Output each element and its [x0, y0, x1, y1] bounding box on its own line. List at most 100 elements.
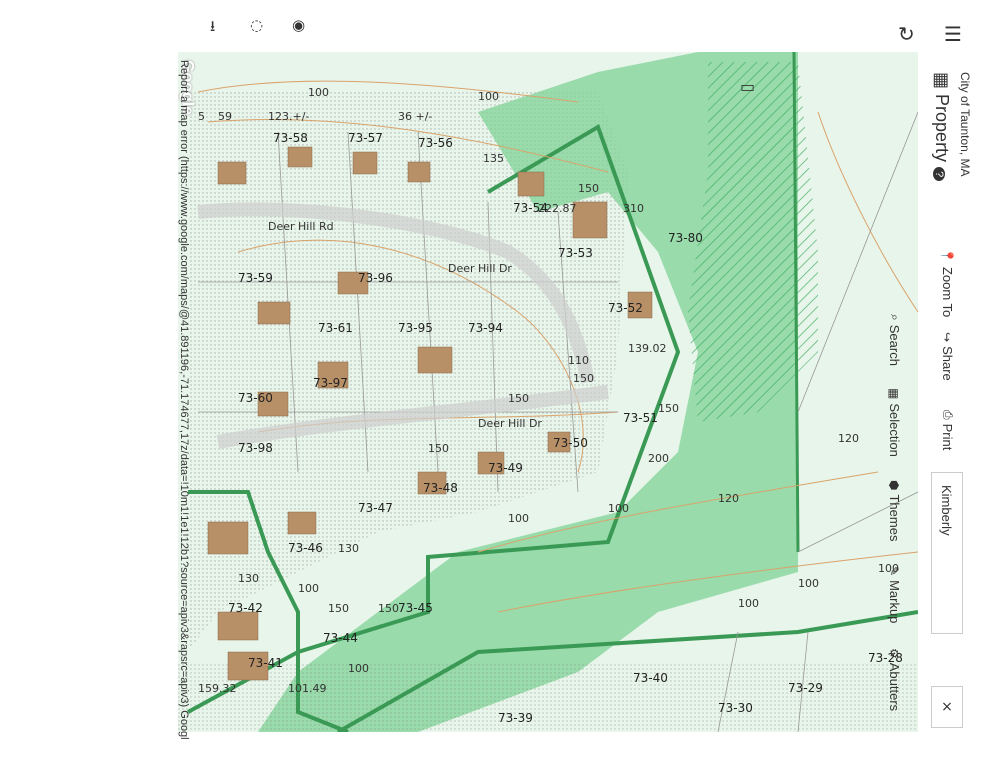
- themes-button[interactable]: ⬢ Themes: [887, 480, 902, 541]
- dim-label: 159.32: [198, 682, 237, 695]
- dim-label: 123.+/-: [268, 110, 309, 123]
- contour-label: 120: [838, 432, 859, 445]
- lasso-icon[interactable]: ◌: [250, 16, 263, 34]
- dim-label: 59: [218, 110, 232, 123]
- dim-label: 150: [578, 182, 599, 195]
- lot-label: 73-47: [358, 501, 393, 515]
- dim-label: 135: [483, 152, 504, 165]
- dim-label: 100: [348, 662, 369, 675]
- dim-label: 150: [428, 442, 449, 455]
- lot-label: 73-30: [718, 701, 753, 715]
- menu-icon[interactable]: ☰: [944, 22, 962, 46]
- lot-label: 73-95: [398, 321, 433, 335]
- lot-label: 73-51: [623, 411, 658, 425]
- close-icon: ×: [941, 699, 953, 715]
- lot-label: 73-45: [398, 601, 433, 615]
- selection-label: Selection: [887, 403, 902, 457]
- lot-label: 73-41: [248, 656, 283, 670]
- abutters-label: Abutters: [887, 662, 902, 712]
- zoom-to-button[interactable]: 📍 Zoom To: [940, 248, 955, 317]
- lot-label: 73-60: [238, 391, 273, 405]
- download-icon[interactable]: ⭳: [210, 16, 215, 41]
- street-label: Deer Hill Dr: [448, 262, 512, 275]
- building: [407, 161, 431, 183]
- share-button[interactable]: ↪ Share: [940, 332, 955, 381]
- building: [207, 521, 249, 555]
- share-icon: ↪: [940, 332, 955, 343]
- zoom-to-label: Zoom To: [940, 266, 955, 318]
- dim-label: 150: [508, 392, 529, 405]
- themes-label: Themes: [887, 494, 902, 542]
- lot-label: 73-56: [418, 136, 453, 150]
- gear-icon: ⚙: [887, 648, 902, 659]
- search-input[interactable]: Kimberly: [931, 472, 963, 634]
- pencil-icon: ✎: [887, 566, 902, 577]
- building: [572, 201, 608, 239]
- lot-label: 73-57: [348, 131, 383, 145]
- lot-label: 73-50: [553, 436, 588, 450]
- map-canvas[interactable]: 73-53 73-54 73-52 73-80 73-51 73-50 73-4…: [178, 52, 918, 732]
- dim-label: 222.87: [538, 202, 577, 215]
- search-label: Search: [887, 324, 902, 366]
- contour-label: 100: [308, 86, 329, 99]
- bottom-dot-zone: [178, 662, 918, 732]
- print-button[interactable]: ⎙ Print: [940, 410, 955, 450]
- lot-label: 73-29: [788, 681, 823, 695]
- contour-label: 100: [798, 577, 819, 590]
- layers-icon: ⬢: [887, 480, 902, 491]
- page-title-text: Property: [932, 94, 952, 163]
- contour-label: 130: [238, 572, 259, 585]
- page-title: ▦ Property ?: [931, 72, 952, 182]
- dim-label: 310: [623, 202, 644, 215]
- lot-label: 73-48: [423, 481, 458, 495]
- building: [257, 301, 291, 325]
- lot-label: 73-49: [488, 461, 523, 475]
- search-input-value: Kimberly: [939, 485, 954, 536]
- map-svg: 73-53 73-54 73-52 73-80 73-51 73-50 73-4…: [178, 52, 918, 732]
- print-label: Print: [940, 423, 955, 451]
- selection-button[interactable]: ▦ Selection: [887, 388, 902, 457]
- search-button[interactable]: ⌕ Search: [887, 314, 902, 366]
- markup-label: Markup: [887, 580, 902, 624]
- city-name: City of Taunton, MA: [958, 72, 972, 177]
- contour-label: 100: [738, 597, 759, 610]
- street-label: Deer Hill Dr: [478, 417, 542, 430]
- lot-label: 73-59: [238, 271, 273, 285]
- lot-label: 73-96: [358, 271, 393, 285]
- dim-label: 5: [198, 110, 205, 123]
- grid-icon: ▦: [887, 388, 902, 400]
- pin-icon: 📍: [940, 248, 955, 263]
- property-icon: ▦: [932, 72, 952, 90]
- lot-label: 73-80: [668, 231, 703, 245]
- dim-label: 150: [658, 402, 679, 415]
- lot-label: 73-98: [238, 441, 273, 455]
- compass-icon[interactable]: ◉: [292, 16, 305, 34]
- map-attribution[interactable]: Report a map error (https://www.google.c…: [178, 60, 190, 740]
- lot-label: 73-40: [633, 671, 668, 685]
- lot-label: 73-61: [318, 321, 353, 335]
- dim-label: 100: [608, 502, 629, 515]
- building: [287, 146, 313, 168]
- search-icon: ⌕: [888, 314, 902, 321]
- print-icon: ⎙: [941, 410, 955, 420]
- lot-label: 73-39: [498, 711, 533, 725]
- dim-label: 100: [298, 582, 319, 595]
- contour-label: 120: [718, 492, 739, 505]
- lot-label: 73-44: [323, 631, 358, 645]
- abutters-button[interactable]: ⚙ Abutters: [887, 648, 902, 711]
- dim-label: 100: [508, 512, 529, 525]
- dim-label: 150: [573, 372, 594, 385]
- dim-label: 150: [328, 602, 349, 615]
- markup-button[interactable]: ✎ Markup: [887, 566, 902, 623]
- help-icon[interactable]: ?: [933, 167, 945, 182]
- book-icon[interactable]: ▭: [740, 77, 755, 96]
- contour-label: 130: [338, 542, 359, 555]
- refresh-icon[interactable]: ↻: [898, 22, 915, 46]
- dim-label: 101.49: [288, 682, 327, 695]
- lot-label: 73-46: [288, 541, 323, 555]
- lot-label: 73-53: [558, 246, 593, 260]
- building: [417, 346, 453, 374]
- close-button[interactable]: ×: [931, 686, 963, 728]
- share-label: Share: [940, 346, 955, 381]
- building: [287, 511, 317, 535]
